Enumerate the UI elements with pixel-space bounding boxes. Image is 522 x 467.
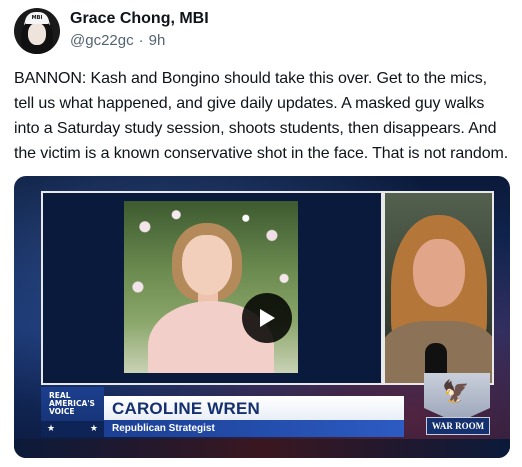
avatar-face xyxy=(28,23,46,45)
logo-stars: ★ ★ xyxy=(41,421,104,437)
avatar-cap-text: MBI xyxy=(25,12,49,24)
left-video-panel xyxy=(41,191,383,385)
real-americas-voice-logo: REAL AMERICA'S VOICE ★ ★ xyxy=(41,387,104,437)
author-name[interactable]: Grace Chong, MBI xyxy=(70,10,209,28)
author-handle[interactable]: @gc22gc xyxy=(70,32,134,49)
eagle-icon: 🦅 xyxy=(442,379,470,404)
play-button[interactable] xyxy=(242,293,292,343)
play-icon xyxy=(260,309,275,327)
network-logo-text: REAL AMERICA'S VOICE xyxy=(49,391,95,416)
studio-floor xyxy=(14,439,510,458)
post-text: BANNON: Kash and Bongino should take thi… xyxy=(14,70,509,162)
author-avatar[interactable]: MBI xyxy=(14,8,60,54)
video-player[interactable]: REAL AMERICA'S VOICE ★ ★ CAROLINE WREN Re… xyxy=(14,176,510,458)
author-meta: @gc22gc · 9h xyxy=(70,32,170,49)
meta-separator: · xyxy=(138,32,144,49)
post-time[interactable]: 9h xyxy=(149,32,166,49)
post-header: MBI Grace Chong, MBI @gc22gc · 9h xyxy=(14,6,508,58)
lower-third: REAL AMERICA'S VOICE ★ ★ CAROLINE WREN Re… xyxy=(41,373,490,437)
guest-face xyxy=(413,239,465,307)
war-room-logo: 🦅 WAR ROOM xyxy=(424,373,490,441)
guest-name: CAROLINE WREN xyxy=(104,396,404,420)
guest-title: Republican Strategist xyxy=(104,420,404,437)
war-room-label: WAR ROOM xyxy=(426,417,490,435)
guest-video-panel xyxy=(383,191,494,385)
victim-photo xyxy=(124,201,298,373)
photo-face xyxy=(182,235,232,295)
